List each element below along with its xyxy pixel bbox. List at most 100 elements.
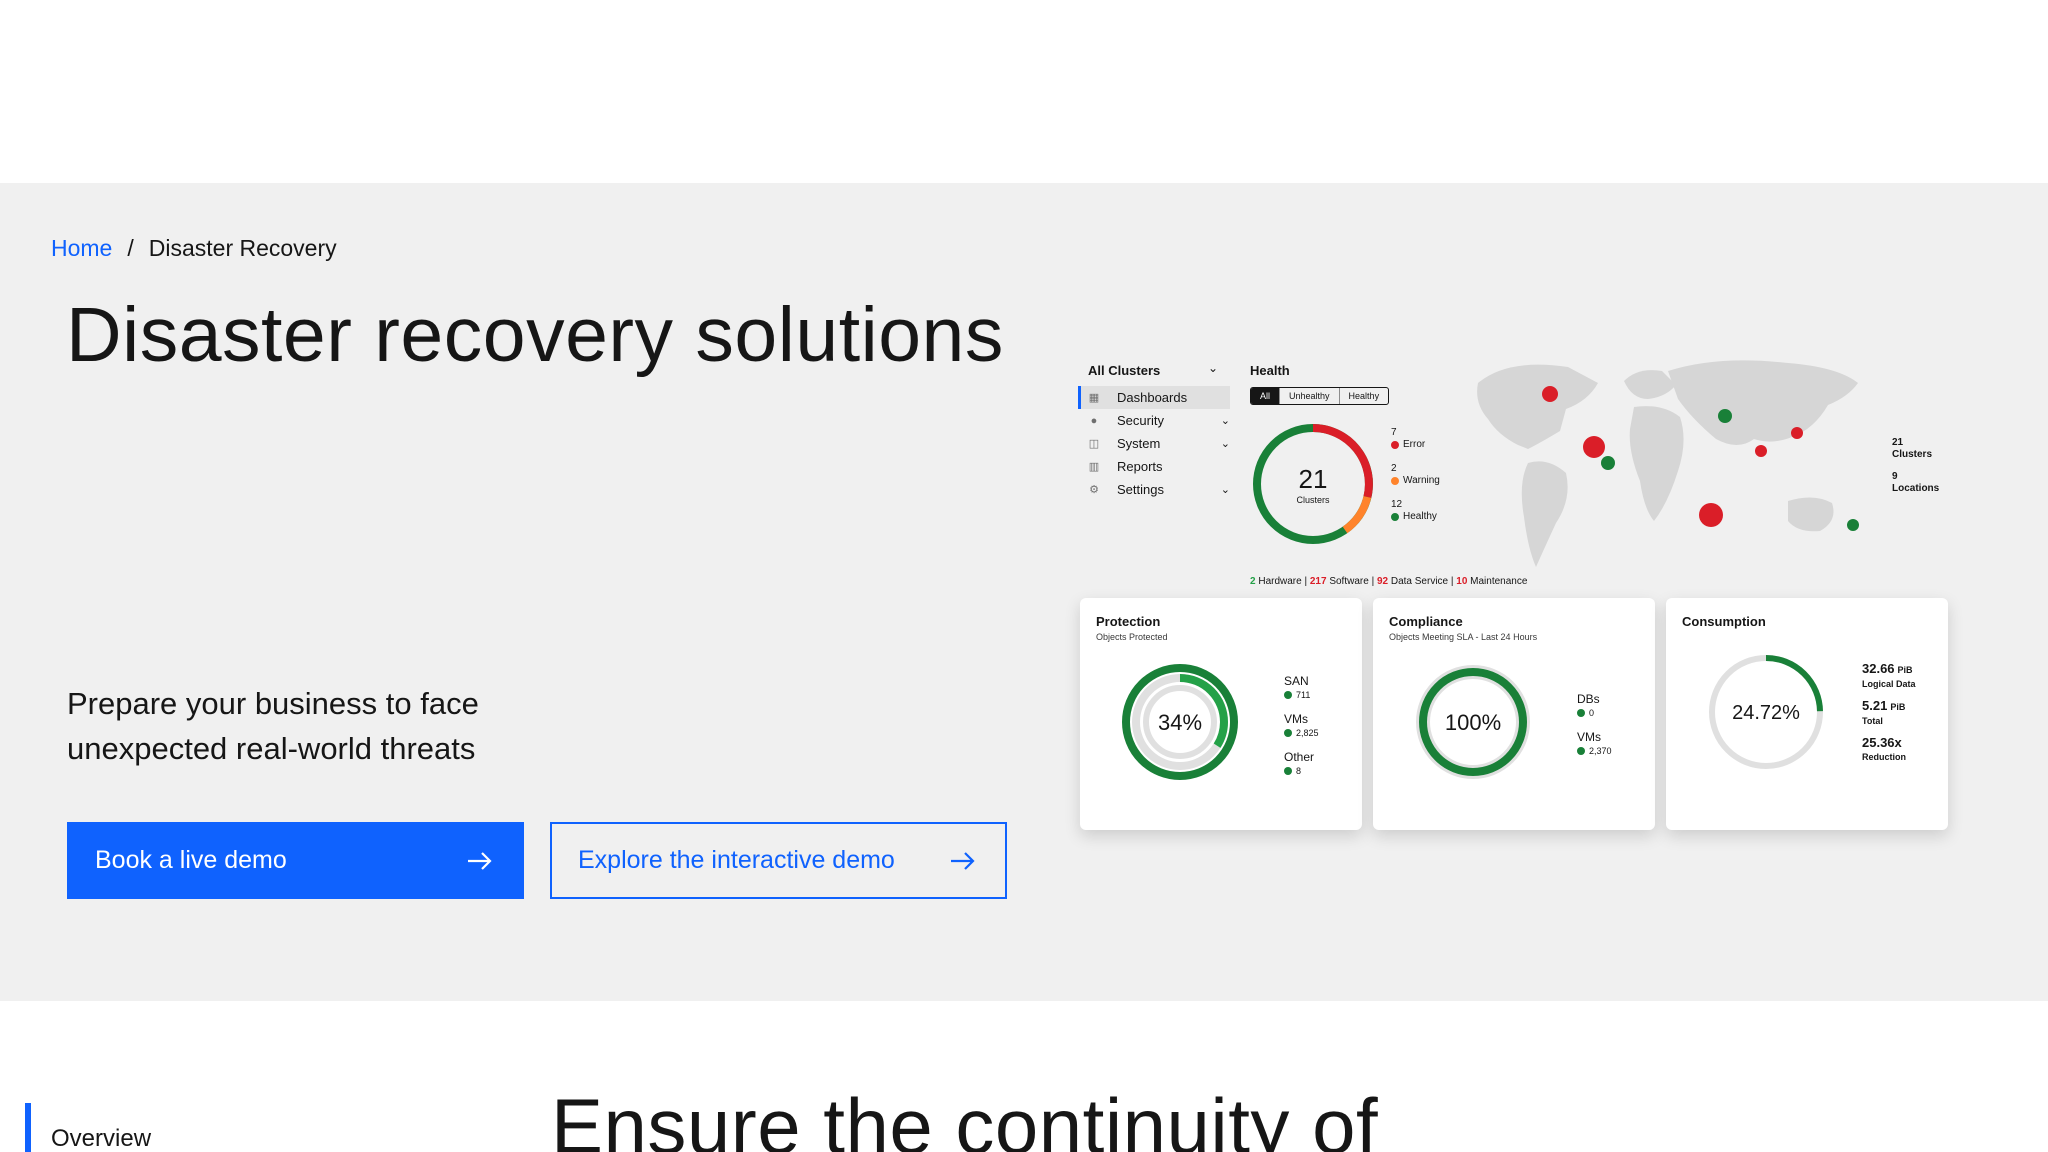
book-live-demo-label: Book a live demo xyxy=(95,846,287,874)
masthead-area xyxy=(0,0,2048,183)
legend-item-san: SAN 711 xyxy=(1284,674,1319,702)
sidenav-active-indicator xyxy=(25,1103,31,1152)
shield-icon: ● xyxy=(1090,414,1098,427)
stat-unit: PiB xyxy=(1897,665,1913,675)
book-live-demo-button[interactable]: Book a live demo xyxy=(67,822,524,899)
health-total: 21 xyxy=(1299,464,1328,494)
world-map xyxy=(1477,360,1859,567)
health-donut-chart: 21 Clusters xyxy=(1253,424,1373,544)
gear-icon: ⚙ xyxy=(1089,484,1099,496)
software-count: 217 xyxy=(1309,576,1327,587)
compliance-legend: DBs 0 VMs 2,370 xyxy=(1577,692,1612,768)
chevron-down-icon: ⌄ xyxy=(1220,484,1230,496)
section-heading: Ensure the continuity of xyxy=(551,1082,1379,1152)
all-clusters-title: All Clusters xyxy=(1088,363,1161,378)
protection-card: Protection Objects Protected 34% SAN 711 … xyxy=(1080,598,1362,830)
cube-icon: ◫ xyxy=(1088,438,1100,450)
compliance-donut-chart: 100% xyxy=(1416,665,1530,779)
explore-interactive-demo-button[interactable]: Explore the interactive demo xyxy=(550,822,1007,899)
card-subtitle: Objects Meeting SLA - Last 24 Hours xyxy=(1389,632,1538,642)
hardware-label: Hardware | xyxy=(1255,576,1310,587)
legend-item-vms: VMs 2,370 xyxy=(1577,730,1612,758)
dataservice-label: Data Service | xyxy=(1388,576,1457,587)
stat-total: 5.21 PiB Total xyxy=(1862,699,1916,728)
dataservice-count: 92 xyxy=(1376,576,1389,587)
stat-label: Clusters xyxy=(1892,449,1933,460)
filter-all: All xyxy=(1251,388,1280,404)
stat-value: 5.21 xyxy=(1862,698,1888,713)
map-stat-locations: 9 Locations xyxy=(1892,471,1939,495)
legend-label: VMs xyxy=(1284,712,1308,726)
legend-item-dbs: DBs 0 xyxy=(1577,692,1612,720)
page-title: Disaster recovery solutions xyxy=(66,292,1004,378)
sidenav-item-overview[interactable]: Overview xyxy=(51,1125,151,1152)
stat-logical-data: 32.66 PiB Logical Data xyxy=(1862,662,1916,691)
dashboard-icon: ▦ xyxy=(1088,392,1100,404)
map-stats: 21 Clusters 9 Locations xyxy=(1892,437,1939,505)
legend-label: Other xyxy=(1284,750,1315,764)
nav-item-label: System xyxy=(1117,436,1161,451)
filter-unhealthy: Unhealthy xyxy=(1279,388,1339,404)
nav-item-reports: ▥ Reports xyxy=(1078,455,1230,478)
card-subtitle: Objects Protected xyxy=(1096,632,1168,642)
hero-lead-text: Prepare your business to face unexpected… xyxy=(67,686,479,766)
legend-value: 2,370 xyxy=(1589,746,1612,756)
nav-item-label: Dashboards xyxy=(1117,390,1188,405)
stat-value: 21 xyxy=(1892,437,1904,448)
filter-healthy: Healthy xyxy=(1338,388,1389,404)
nav-item-label: Reports xyxy=(1117,459,1163,474)
stat-reduction: 25.36x Reduction xyxy=(1862,736,1916,764)
protection-donut-chart: 34% xyxy=(1122,664,1238,780)
map-stat-clusters: 21 Clusters xyxy=(1892,437,1939,461)
stat-value: 25.36x xyxy=(1862,735,1902,750)
explore-interactive-demo-label: Explore the interactive demo xyxy=(578,846,895,874)
legend-count: 2 xyxy=(1391,463,1397,474)
health-legend: 7 Error 2 Warning 12 Healthy xyxy=(1391,427,1440,535)
stat-value: 9 xyxy=(1892,471,1898,482)
error-dot-icon xyxy=(1391,441,1399,449)
legend-value: 711 xyxy=(1296,690,1311,700)
legend-error: 7 Error xyxy=(1391,427,1440,451)
green-dot-icon xyxy=(1577,747,1585,755)
health-warning-arc xyxy=(1342,495,1372,534)
chevron-down-icon: ⌄ xyxy=(1208,361,1219,375)
legend-value: 2,825 xyxy=(1296,728,1319,738)
compliance-center-value: 100% xyxy=(1445,710,1501,735)
dashboard-nav: ▦ Dashboards ● Security ⌄ ◫ System ⌄ ▥ R… xyxy=(1078,386,1230,501)
warning-dot-icon xyxy=(1391,477,1399,485)
breadcrumb-separator: / xyxy=(127,235,134,261)
hero-section: Home / Disaster Recovery Disaster recove… xyxy=(0,183,2048,1001)
compliance-card: Compliance Objects Meeting SLA - Last 24… xyxy=(1373,598,1655,830)
nav-item-label: Settings xyxy=(1117,482,1164,497)
legend-label: Healthy xyxy=(1403,511,1437,522)
legend-label: Error xyxy=(1403,439,1426,450)
legend-label: DBs xyxy=(1577,692,1600,706)
consumption-card: Consumption 24.72% 32.66 PiB Logical Data … xyxy=(1666,598,1948,830)
legend-count: 12 xyxy=(1391,499,1403,510)
health-filter-switcher: All Unhealthy Healthy xyxy=(1250,387,1390,405)
breadcrumb-home-link[interactable]: Home xyxy=(51,235,112,262)
stat-label: Reduction xyxy=(1862,752,1906,762)
card-title: Compliance xyxy=(1389,614,1463,629)
overview-section: Overview Ensure the continuity of xyxy=(0,1001,2048,1152)
consumption-center-value: 24.72% xyxy=(1732,702,1800,724)
nav-item-label: Security xyxy=(1117,413,1164,428)
stat-label: Logical Data xyxy=(1862,679,1916,689)
health-total-label: Clusters xyxy=(1296,495,1330,505)
arrow-right-icon xyxy=(468,851,492,870)
legend-label: SAN xyxy=(1284,674,1309,688)
green-dot-icon xyxy=(1284,767,1292,775)
report-icon: ▥ xyxy=(1088,461,1100,473)
legend-item-other: Other 8 xyxy=(1284,750,1319,778)
healthy-dot-icon xyxy=(1391,513,1399,521)
legend-count: 7 xyxy=(1391,427,1397,438)
protection-center-value: 34% xyxy=(1158,710,1202,735)
card-title: Consumption xyxy=(1682,614,1766,629)
stat-label: Total xyxy=(1862,716,1883,726)
green-dot-icon xyxy=(1577,709,1585,717)
continents xyxy=(1477,360,1858,567)
nav-item-system: ◫ System ⌄ xyxy=(1078,432,1230,455)
breadcrumb-current: Disaster Recovery xyxy=(148,235,337,261)
dashboard-preview-image: All Clusters ⌄ ▦ Dashboards ● Security ⌄… xyxy=(1078,353,1958,830)
stat-value: 32.66 xyxy=(1862,661,1895,676)
